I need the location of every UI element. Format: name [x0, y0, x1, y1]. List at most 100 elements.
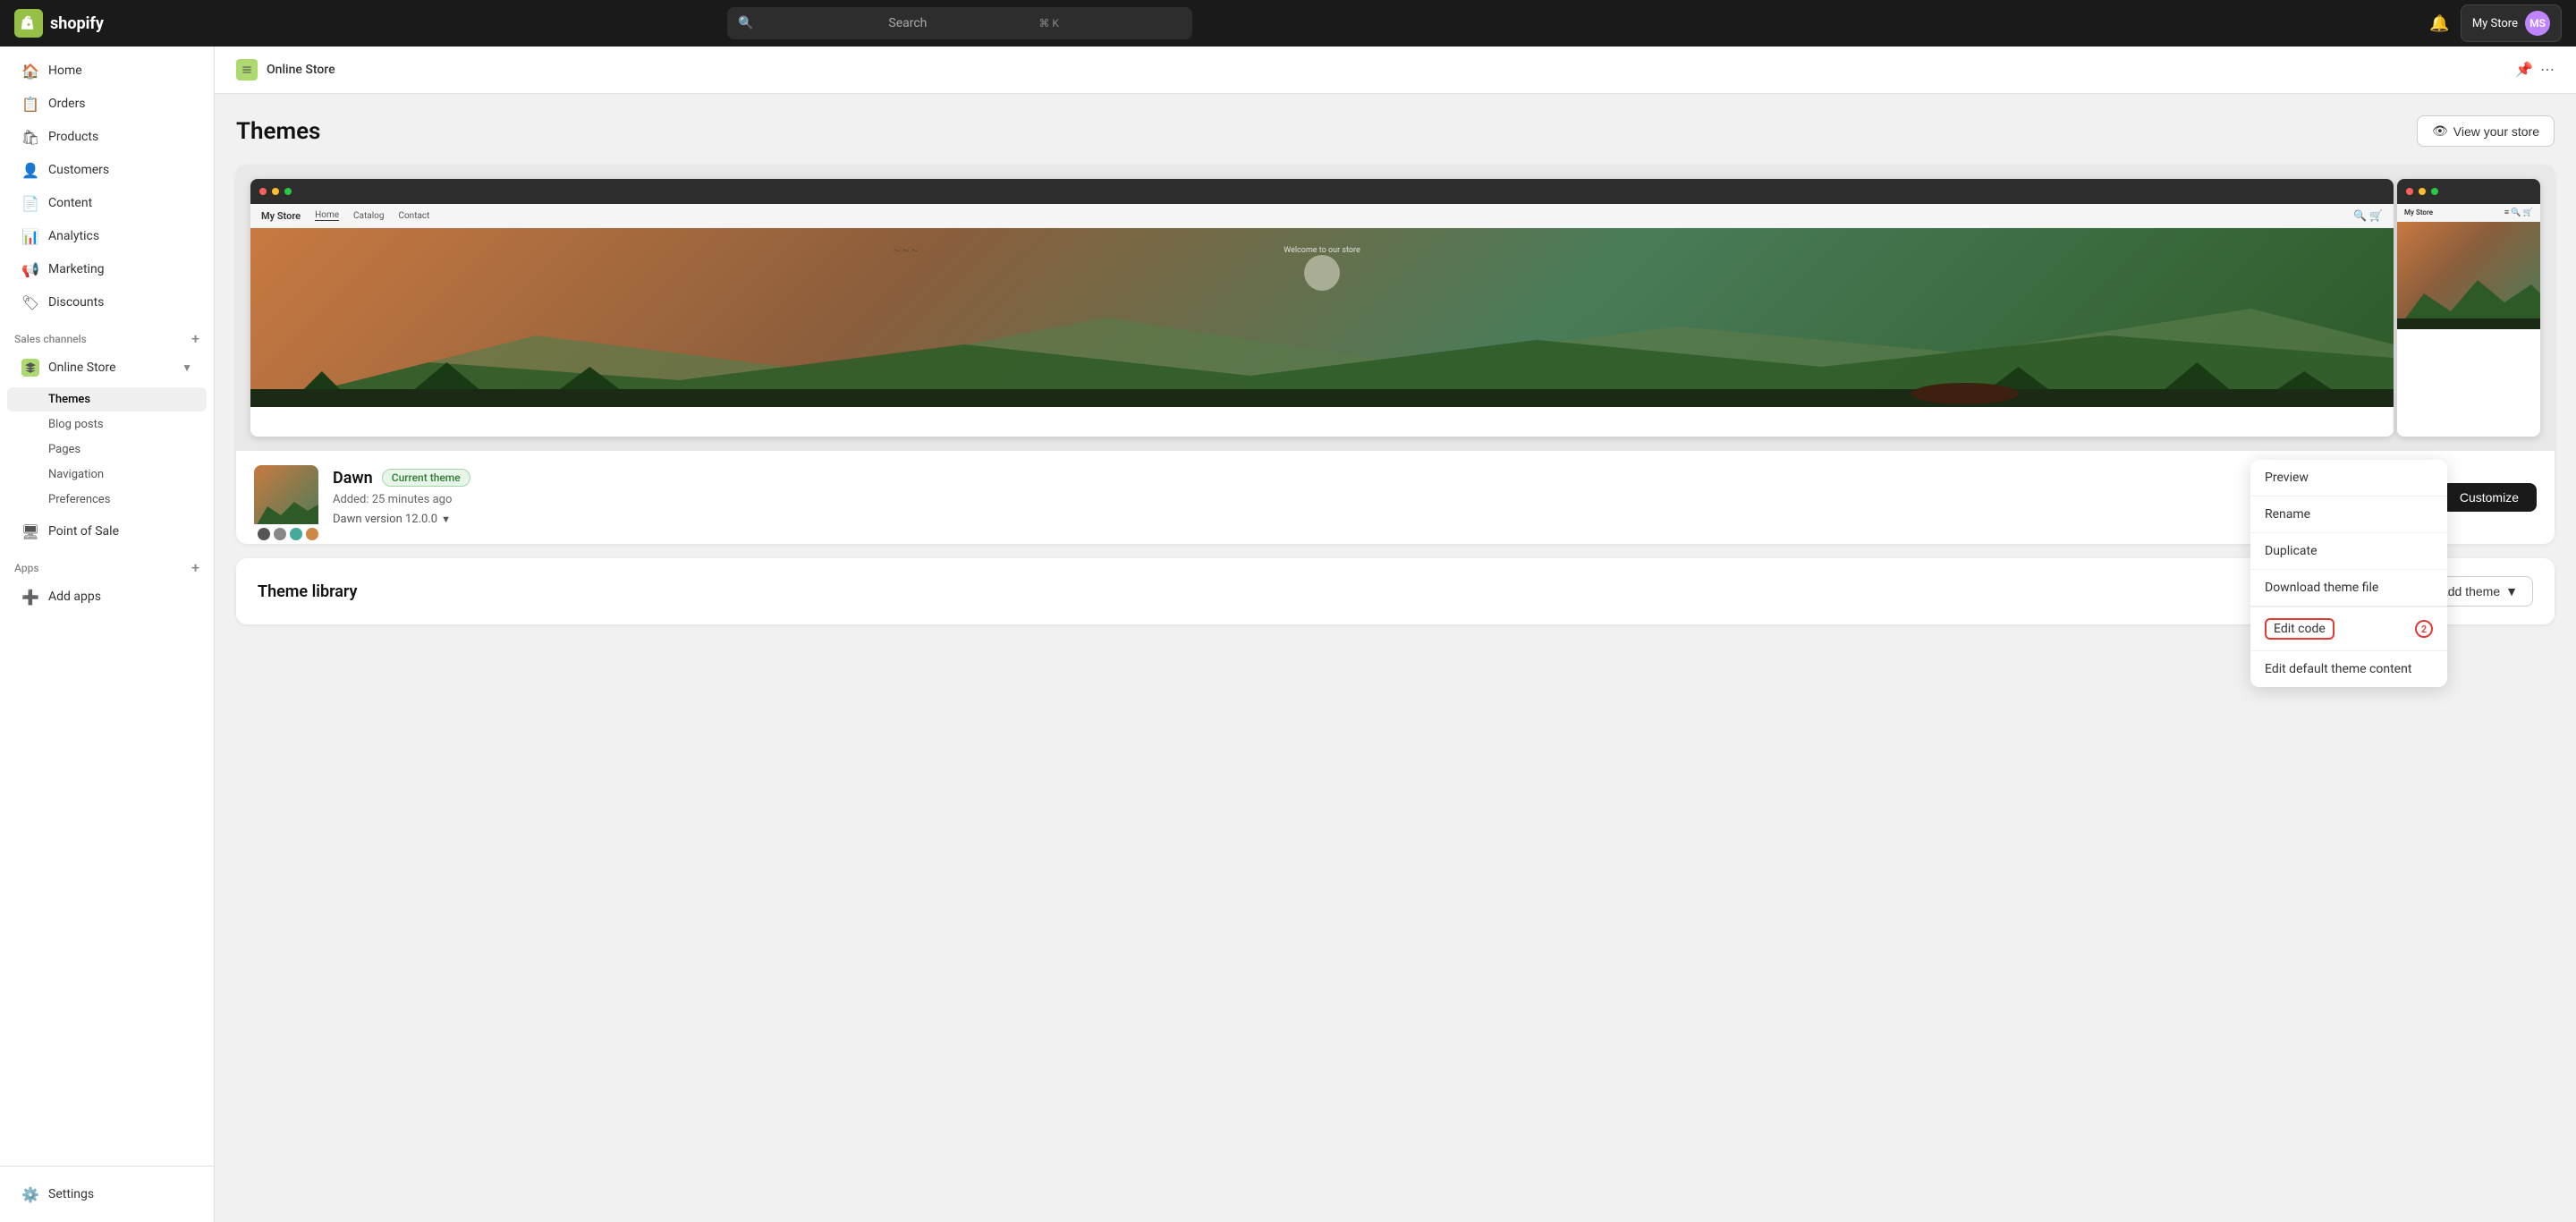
- sidebar-item-marketing[interactable]: 📢 Marketing: [7, 253, 207, 285]
- edit-code-label: Edit code: [2265, 618, 2334, 640]
- theme-library-title: Theme library: [258, 582, 357, 601]
- main-layout: 🏠 Home 📋 Orders 🛍 Products 👤 Customers 📄…: [0, 47, 2576, 1222]
- theme-dropdown-menu: Preview Rename Duplicate Download theme …: [2250, 460, 2447, 687]
- nav-link-home: Home: [315, 210, 339, 221]
- current-theme-card: My Store Home Catalog Contact 🔍 🛒 Welcom…: [236, 165, 2555, 544]
- sidebar-item-themes[interactable]: Themes: [7, 387, 207, 412]
- sidebar-item-settings[interactable]: ⚙️ Settings: [7, 1178, 207, 1210]
- theme-version[interactable]: Dawn version 12.0.0 ▼: [333, 513, 451, 526]
- online-store-header-icon: [236, 59, 258, 81]
- store-name: My Store: [2472, 17, 2518, 30]
- current-theme-badge: Current theme: [382, 469, 470, 487]
- topbar: shopify 🔍 Search ⌘ K 🔔 My Store MS: [0, 0, 2576, 47]
- sidebar-item-orders[interactable]: 📋 Orders: [7, 88, 207, 120]
- content-icon: 📄: [21, 194, 39, 212]
- sidebar-item-customers[interactable]: 👤 Customers: [7, 154, 207, 186]
- apps-section: Apps +: [0, 548, 214, 580]
- sidebar-item-navigation[interactable]: Navigation: [7, 462, 207, 487]
- blog-posts-label: Blog posts: [48, 418, 104, 431]
- side-nav-icons: ≡ 🔍 🛒: [2504, 208, 2533, 217]
- nav-icons: 🔍 🛒: [2353, 209, 2383, 222]
- swatch-teal: [290, 528, 302, 530]
- add-apps-label: Add apps: [48, 590, 101, 604]
- theme-details: Dawn Current theme Added: 25 minutes ago…: [333, 469, 2386, 527]
- themes-label: Themes: [48, 393, 90, 406]
- sales-channels-add-icon[interactable]: +: [191, 330, 199, 347]
- avatar: MS: [2525, 11, 2550, 36]
- duplicate-label: Duplicate: [2265, 544, 2318, 558]
- browser-dot-green: [284, 188, 292, 195]
- download-label: Download theme file: [2265, 581, 2378, 595]
- theme-hero-image: Welcome to our store 〜 〜 〜: [250, 228, 2394, 407]
- notification-bell-icon[interactable]: 🔔: [2429, 14, 2449, 33]
- dropdown-item-rename[interactable]: Rename: [2250, 496, 2447, 532]
- sidebar-item-discounts[interactable]: 🏷 Discounts: [7, 286, 207, 318]
- discounts-icon: 🏷: [21, 293, 39, 311]
- settings-label: Settings: [48, 1187, 94, 1201]
- dropdown-item-download[interactable]: Download theme file: [2250, 570, 2447, 606]
- sidebar-item-add-apps[interactable]: ➕ Add apps: [7, 581, 207, 613]
- apps-add-icon[interactable]: +: [191, 559, 199, 576]
- customize-button[interactable]: Customize: [2442, 483, 2537, 512]
- preferences-label: Preferences: [48, 493, 110, 506]
- rename-label: Rename: [2265, 507, 2310, 522]
- side-dot-green: [2431, 188, 2438, 195]
- view-store-button[interactable]: 👁 View your store: [2417, 115, 2555, 147]
- sidebar-label-orders: Orders: [48, 97, 86, 111]
- sidebar-item-products[interactable]: 🛍 Products: [7, 121, 207, 153]
- browser-dot-yellow: [272, 188, 279, 195]
- sales-channels-section: Sales channels +: [0, 319, 214, 351]
- theme-info: Dawn Current theme Added: 25 minutes ago…: [236, 451, 2555, 544]
- settings-icon: ⚙️: [21, 1185, 39, 1203]
- content-area: Online Store 📌 ⋯ Themes 👁 View your stor…: [215, 47, 2576, 1222]
- dropdown-item-duplicate[interactable]: Duplicate: [2250, 533, 2447, 569]
- edit-default-label: Edit default theme content: [2265, 662, 2411, 676]
- sidebar-item-analytics[interactable]: 📊 Analytics: [7, 220, 207, 252]
- dropdown-item-preview[interactable]: Preview: [2250, 460, 2447, 496]
- theme-preview: My Store Home Catalog Contact 🔍 🛒 Welcom…: [236, 165, 2555, 451]
- theme-preview-side: My Store ≡ 🔍 🛒: [2397, 179, 2540, 437]
- store-switcher-button[interactable]: My Store MS: [2461, 4, 2562, 42]
- theme-library-header: Theme library Add theme ▼: [236, 558, 2555, 624]
- browser-bar-main: [250, 179, 2394, 204]
- apps-label: Apps: [14, 562, 39, 574]
- pos-label: Point of Sale: [48, 524, 119, 539]
- sidebar-item-point-of-sale[interactable]: 🖥 Point of Sale: [7, 515, 207, 547]
- view-store-label: View your store: [2453, 124, 2539, 139]
- side-mountain-svg: [2397, 267, 2540, 329]
- sidebar-label-analytics: Analytics: [48, 229, 99, 243]
- theme-name: Dawn: [333, 469, 373, 488]
- sidebar-item-home[interactable]: 🏠 Home: [7, 55, 207, 87]
- sidebar-item-blog-posts[interactable]: Blog posts: [7, 412, 207, 437]
- dropdown-item-edit-default[interactable]: Edit default theme content: [2250, 651, 2447, 687]
- sidebar-item-content[interactable]: 📄 Content: [7, 187, 207, 219]
- chevron-down-icon: ▼: [2505, 584, 2518, 598]
- header-more-button[interactable]: ⋯: [2540, 61, 2555, 79]
- hero-welcome-text: Welcome to our store: [1284, 246, 1360, 255]
- moon-shape: [1304, 255, 1340, 291]
- swatch-dark: [258, 528, 270, 530]
- sidebar-item-online-store[interactable]: Online Store ▼: [7, 352, 207, 384]
- analytics-icon: 📊: [21, 227, 39, 245]
- theme-preview-main: My Store Home Catalog Contact 🔍 🛒 Welcom…: [250, 179, 2394, 437]
- dropdown-item-edit-code[interactable]: Edit code 2: [2250, 607, 2447, 650]
- search-icon: 🔍: [738, 16, 881, 30]
- search-shortcut: ⌘ K: [1038, 17, 1182, 30]
- step-2-badge: 2: [2415, 620, 2433, 638]
- side-brand-name: My Store: [2404, 208, 2433, 216]
- store-brand-name: My Store: [261, 210, 301, 222]
- browser-bar-side: [2397, 179, 2540, 204]
- color-swatches: [254, 524, 318, 530]
- sales-channels-label: Sales channels: [14, 333, 87, 345]
- sidebar-nav: 🏠 Home 📋 Orders 🛍 Products 👤 Customers 📄…: [0, 47, 214, 1166]
- side-dot-red: [2406, 188, 2413, 195]
- sidebar-item-pages[interactable]: Pages: [7, 437, 207, 462]
- pin-button[interactable]: 📌: [2515, 61, 2533, 79]
- chevron-down-icon: ▼: [182, 361, 192, 374]
- version-chevron-icon: ▼: [441, 513, 451, 525]
- shopify-wordmark: shopify: [50, 14, 104, 33]
- nav-link-catalog: Catalog: [353, 211, 384, 221]
- sidebar-item-preferences[interactable]: Preferences: [7, 488, 207, 512]
- home-icon: 🏠: [21, 62, 39, 80]
- search-bar[interactable]: 🔍 Search ⌘ K: [727, 7, 1192, 39]
